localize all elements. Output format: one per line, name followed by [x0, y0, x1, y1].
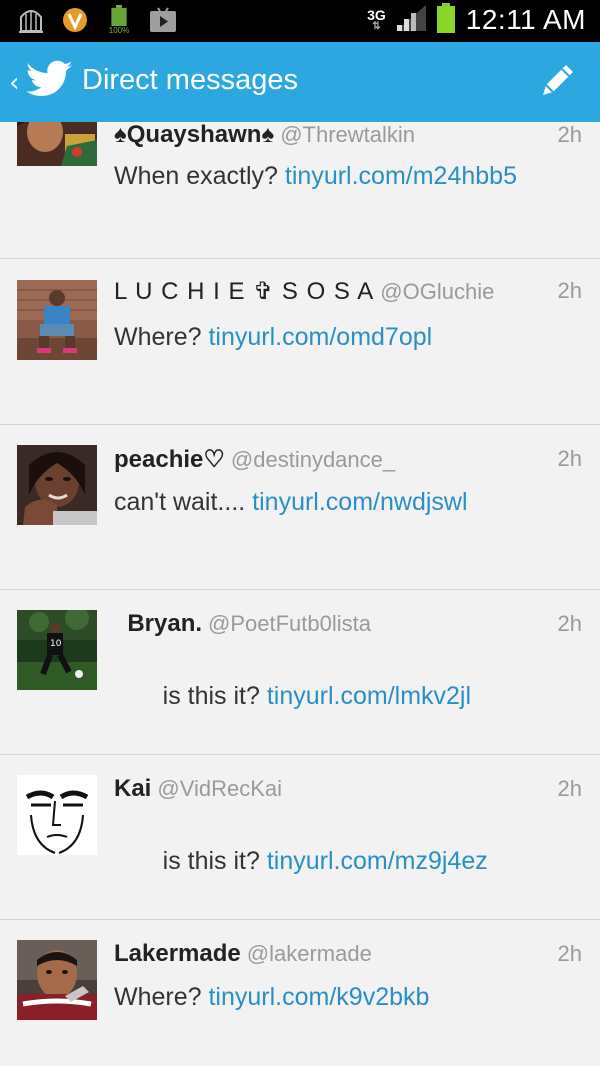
message-link[interactable]: tinyurl.com/mz9j4ez — [267, 847, 488, 875]
message-row[interactable]: 10 Bryan. @PoetFutb0lista 2h is this it? … — [0, 590, 600, 754]
message-row[interactable]: ♠Quayshawn♠ @Threwtalkin 2h When exactly?… — [0, 122, 600, 258]
sender-line: L U C H I E ✞ S O S A @OGluchie — [114, 277, 494, 306]
sender-handle: @Threwtalkin — [280, 122, 416, 147]
message-time: 2h — [557, 941, 582, 966]
sender-name: Bryan. — [114, 610, 203, 637]
message-link[interactable]: tinyurl.com/k9v2bkb — [208, 983, 429, 1011]
battery-percent-label: 100% — [108, 26, 130, 35]
message-row[interactable]: peachie♡ @destinydance_ 2h can't wait....… — [0, 425, 600, 589]
avatar[interactable]: 10 — [17, 610, 97, 690]
birdcage-icon — [16, 5, 46, 35]
battery-full-icon: 100% — [104, 5, 134, 35]
signal-strength-icon — [395, 5, 426, 35]
sender-name: L U C H I E ✞ S O S A — [114, 278, 375, 305]
message-link[interactable]: tinyurl.com/nwdjswl — [252, 488, 467, 516]
network-indicator: 3G ⇅ — [367, 7, 386, 32]
message-text: When exactly? tinyurl.com/m24hbb5 — [114, 162, 517, 190]
message-time: 2h — [557, 611, 582, 636]
message-time: 2h — [557, 446, 582, 471]
sender-line: ♠Quayshawn♠ @Threwtalkin — [114, 122, 415, 149]
page-title: Direct messages — [82, 64, 298, 96]
sender-name: Kai — [114, 775, 152, 802]
svg-text:10: 10 — [50, 639, 62, 649]
data-arrows-icon: ⇅ — [372, 21, 381, 32]
message-link[interactable]: tinyurl.com/omd7opl — [208, 323, 432, 351]
play-store-icon — [148, 5, 178, 35]
avatar[interactable] — [17, 122, 97, 166]
twitter-bird-icon[interactable] — [26, 58, 73, 102]
sender-handle: @destinydance_ — [230, 447, 396, 472]
sender-name: peachie♡ — [114, 446, 225, 473]
vine-app-icon — [60, 5, 90, 35]
avatar[interactable] — [17, 445, 97, 525]
sender-handle: @VidRecKai — [157, 776, 283, 801]
message-time: 2h — [557, 776, 582, 801]
message-text: is this it? tinyurl.com/mz9j4ez — [155, 847, 488, 875]
sender-line: Bryan. @PoetFutb0lista — [114, 610, 371, 638]
message-time: 2h — [557, 278, 582, 303]
message-text: Where? tinyurl.com/omd7opl — [114, 323, 433, 351]
sender-handle: @PoetFutb0lista — [208, 611, 372, 636]
sender-line: peachie♡ @destinydance_ — [114, 445, 395, 474]
message-row[interactable]: Kai @VidRecKai 2h is this it? tinyurl.com… — [0, 755, 600, 919]
sender-name: ♠Quayshawn♠ — [114, 122, 275, 148]
avatar[interactable] — [17, 280, 97, 360]
message-row[interactable]: L U C H I E ✞ S O S A @OGluchie 2h Where?… — [0, 259, 600, 423]
message-list: ♠Quayshawn♠ @Threwtalkin 2h When exactly?… — [0, 122, 600, 1066]
sender-line: Lakermade @lakermade — [114, 940, 372, 968]
avatar[interactable] — [17, 940, 97, 1020]
message-text: is this it? tinyurl.com/lmkv2jl — [155, 682, 472, 710]
message-link[interactable]: tinyurl.com/lmkv2jl — [267, 682, 471, 710]
action-bar: ‹ Direct messages — [0, 42, 600, 122]
clock: 12:11 AM — [465, 4, 586, 35]
sender-name: Lakermade — [114, 940, 241, 967]
back-chevron-icon[interactable]: ‹ — [9, 70, 19, 96]
compose-pencil-icon[interactable] — [538, 60, 578, 104]
sender-handle: @lakermade — [246, 941, 372, 966]
message-text: can't wait.... tinyurl.com/nwdjswl — [114, 488, 468, 516]
battery-icon — [436, 3, 456, 37]
message-link[interactable]: tinyurl.com/m24hbb5 — [285, 162, 517, 190]
message-row[interactable]: Lakermade @lakermade 2h Where? tinyurl.co… — [0, 920, 600, 1066]
status-bar: 100% 3G ⇅ 12:11 AM — [0, 0, 600, 42]
sender-handle: @OGluchie — [380, 279, 495, 304]
avatar[interactable] — [17, 775, 97, 855]
message-text: Where? tinyurl.com/k9v2bkb — [114, 983, 430, 1011]
message-time: 2h — [557, 122, 582, 147]
sender-line: Kai @VidRecKai — [114, 775, 282, 803]
